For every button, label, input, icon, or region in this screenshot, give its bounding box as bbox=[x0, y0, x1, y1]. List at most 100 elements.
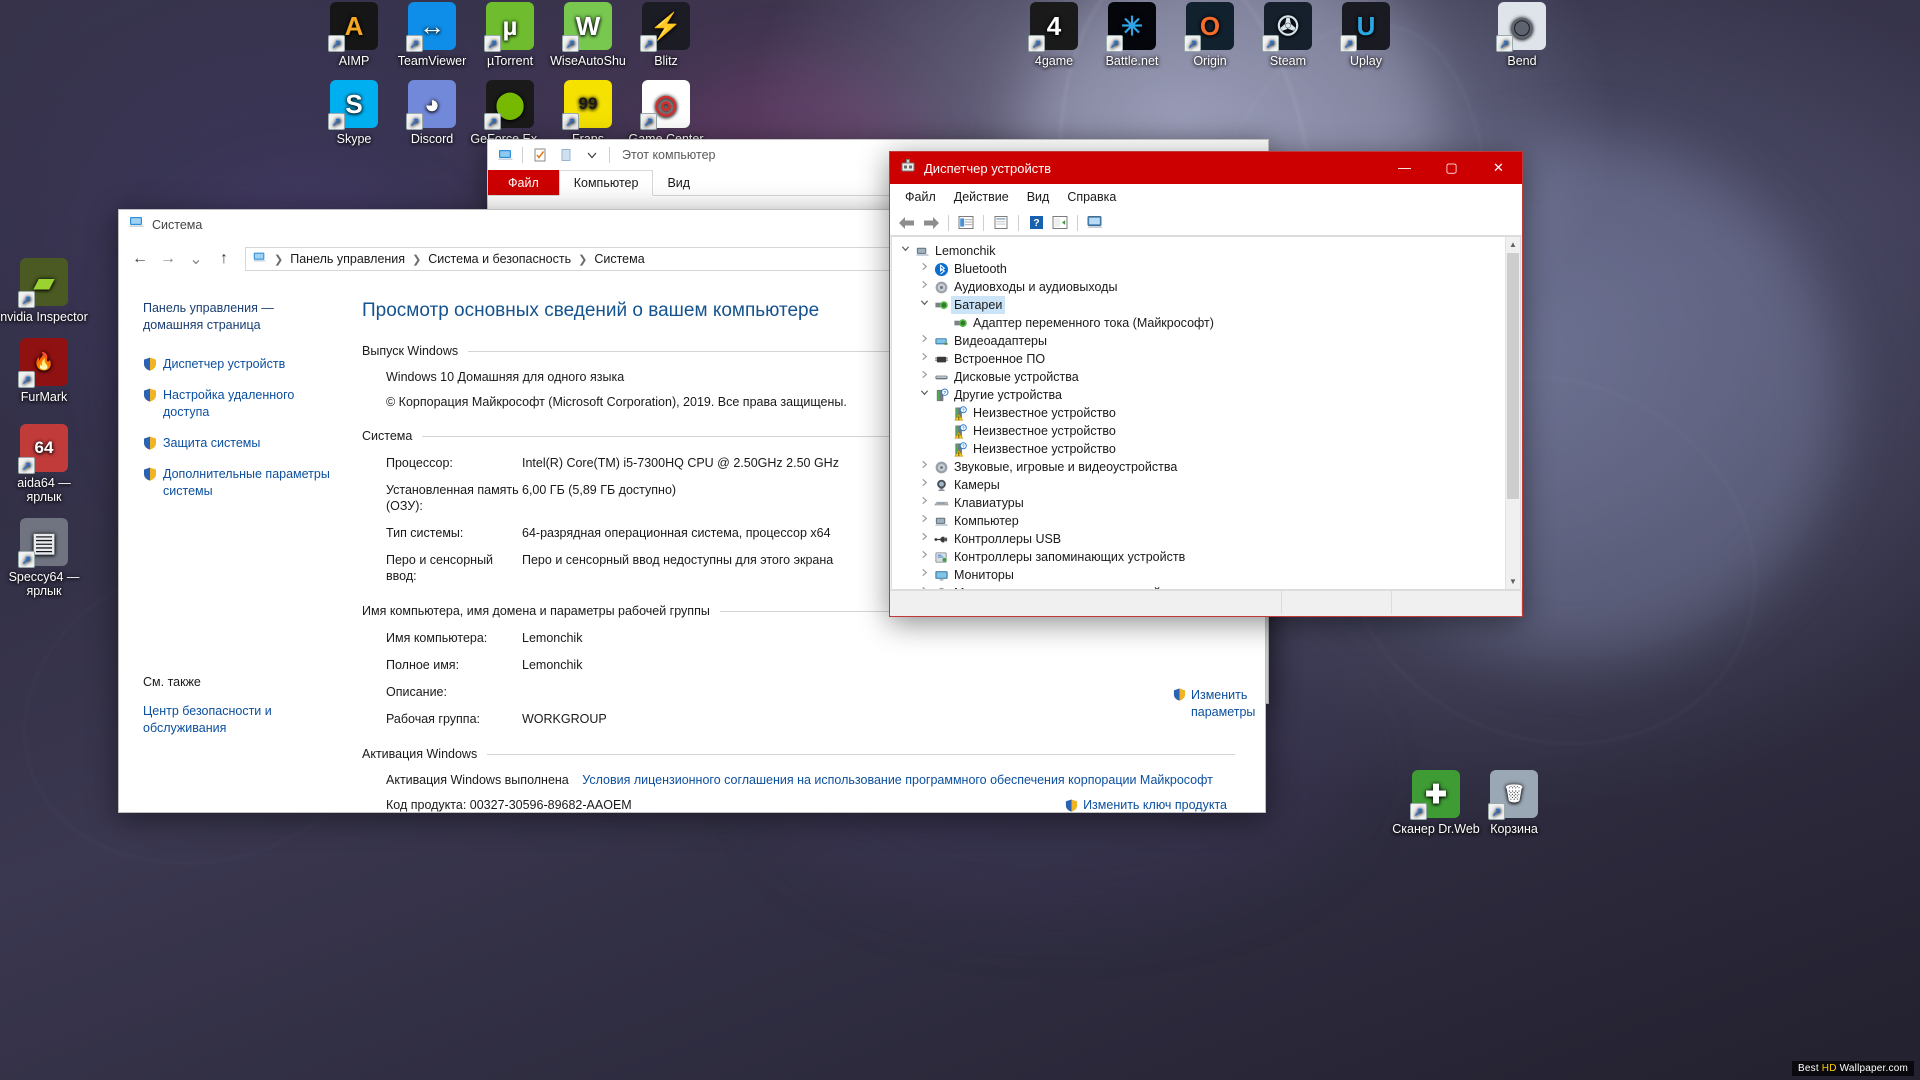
device-manager-toolbar[interactable]: ? bbox=[890, 210, 1522, 236]
chevron-down-icon[interactable] bbox=[581, 144, 603, 166]
desktop-icon-aida64[interactable]: 64aida64 — ярлык bbox=[0, 424, 88, 504]
chevron-right-icon[interactable] bbox=[917, 584, 932, 589]
chevron-right-icon[interactable] bbox=[917, 530, 932, 548]
menu-action[interactable]: Действие bbox=[945, 184, 1018, 210]
device-tree-item[interactable]: Видеоадаптеры bbox=[898, 332, 1520, 350]
device-tree-item[interactable]: Компьютер bbox=[898, 512, 1520, 530]
desktop-icon-skype[interactable]: S Skype bbox=[310, 80, 398, 146]
desktop-icon-steam[interactable]: ✇ Steam bbox=[1244, 2, 1332, 68]
chevron-right-icon[interactable] bbox=[917, 278, 932, 296]
breadcrumb-system[interactable]: Система bbox=[594, 252, 644, 266]
chevron-right-icon[interactable] bbox=[917, 260, 932, 278]
breadcrumb-system-security[interactable]: Система и безопасность bbox=[428, 252, 571, 266]
back-button[interactable]: ← bbox=[127, 246, 153, 272]
menu-file[interactable]: Файл bbox=[896, 184, 945, 210]
scrollbar-thumb[interactable] bbox=[1507, 253, 1519, 499]
sidebar-item-security-maintenance[interactable]: Центр безопасности и обслуживания bbox=[143, 703, 333, 737]
computer-icon[interactable] bbox=[494, 144, 516, 166]
device-tree-item[interactable]: Клавиатуры bbox=[898, 494, 1520, 512]
device-tree-item[interactable]: Встроенное ПО bbox=[898, 350, 1520, 368]
device-tree-scrollbar[interactable]: ▲ ▼ bbox=[1505, 237, 1520, 589]
device-tree[interactable]: Lemonchik Bluetooth Аудиовходы и аудиовыхо… bbox=[892, 237, 1520, 589]
device-tree-item[interactable]: Мыши и иные указывающие устройства bbox=[898, 584, 1520, 589]
scroll-up-button[interactable]: ▲ bbox=[1506, 237, 1520, 252]
device-manager-menubar[interactable]: Файл Действие Вид Справка bbox=[890, 184, 1522, 210]
chevron-right-icon[interactable] bbox=[917, 566, 932, 584]
desktop-icon-wiseautoshu[interactable]: W WiseAutoShu bbox=[544, 2, 632, 68]
device-tree-item[interactable]: Контроллеры запоминающих устройств bbox=[898, 548, 1520, 566]
desktop-icon-nvidia-inspector[interactable]: ▰ nvidia Inspector bbox=[0, 258, 88, 324]
device-tree-item[interactable]: ? Неизвестное устройство bbox=[898, 422, 1520, 440]
device-tree-item[interactable]: Аудиовходы и аудиовыходы bbox=[898, 278, 1520, 296]
tab-file[interactable]: Файл bbox=[488, 170, 559, 195]
sidebar-item-advanced-settings[interactable]: Дополнительные параметры системы bbox=[143, 466, 333, 500]
desktop-icon-blitz[interactable]: ⚡ Blitz bbox=[622, 2, 710, 68]
desktop-icon-fraps[interactable]: 99Fraps bbox=[544, 80, 632, 146]
tab-computer[interactable]: Компьютер bbox=[558, 170, 654, 196]
device-tree-container[interactable]: Lemonchik Bluetooth Аудиовходы и аудиовыхо… bbox=[891, 236, 1521, 590]
back-arrow-icon[interactable] bbox=[896, 212, 918, 234]
chevron-right-icon[interactable] bbox=[917, 512, 932, 530]
menu-help[interactable]: Справка bbox=[1058, 184, 1125, 210]
tab-view[interactable]: Вид bbox=[653, 170, 704, 195]
forward-button[interactable]: → bbox=[155, 246, 181, 272]
desktop-icon-dr-web[interactable]: ✚ Сканер Dr.Web bbox=[1392, 770, 1480, 836]
desktop-icon-furmark[interactable]: 🔥 FurMark bbox=[0, 338, 88, 404]
update-driver-icon[interactable] bbox=[1049, 212, 1071, 234]
show-hidden-icon[interactable] bbox=[955, 212, 977, 234]
change-settings-link[interactable]: Изменить параметры bbox=[1173, 687, 1257, 721]
desktop-icon-aimp[interactable]: A AIMP bbox=[310, 2, 398, 68]
chevron-right-icon[interactable] bbox=[917, 332, 932, 350]
desktop-icon-origin[interactable]: O Origin bbox=[1166, 2, 1254, 68]
device-manager-window[interactable]: Диспетчер устройств — ▢ ✕ Файл Действие … bbox=[889, 151, 1523, 617]
device-tree-item[interactable]: Lemonchik bbox=[898, 242, 1520, 260]
scroll-down-button[interactable]: ▼ bbox=[1506, 574, 1520, 589]
chevron-right-icon[interactable] bbox=[917, 458, 932, 476]
chevron-right-icon[interactable] bbox=[917, 476, 932, 494]
close-button[interactable]: ✕ bbox=[1475, 152, 1522, 183]
breadcrumb-control-panel[interactable]: Панель управления bbox=[290, 252, 405, 266]
device-tree-item[interactable]: Звуковые, игровые и видеоустройства bbox=[898, 458, 1520, 476]
sidebar-item-remote-settings[interactable]: Настройка удаленного доступа bbox=[143, 387, 333, 421]
device-tree-item[interactable]: Мониторы bbox=[898, 566, 1520, 584]
desktop-icon-speccy64[interactable]: ▤Speccy64 — ярлык bbox=[0, 518, 88, 598]
properties-icon[interactable] bbox=[529, 144, 551, 166]
device-manager-window-controls[interactable]: — ▢ ✕ bbox=[1381, 152, 1522, 183]
chevron-down-icon[interactable] bbox=[917, 296, 932, 314]
device-tree-item[interactable]: Контроллеры USB bbox=[898, 530, 1520, 548]
desktop-icon-battle-net[interactable]: ✳ Battle.net bbox=[1088, 2, 1176, 68]
forward-arrow-icon[interactable] bbox=[920, 212, 942, 234]
device-tree-item[interactable]: ? Неизвестное устройство bbox=[898, 440, 1520, 458]
properties-icon[interactable] bbox=[990, 212, 1012, 234]
desktop-icon-torrent[interactable]: µ µTorrent bbox=[466, 2, 554, 68]
device-tree-item[interactable]: Дисковые устройства bbox=[898, 368, 1520, 386]
control-panel-home-link[interactable]: Панель управления — домашняя страница bbox=[143, 300, 308, 334]
desktop-icon-4game[interactable]: 4 4game bbox=[1010, 2, 1098, 68]
new-folder-icon[interactable] bbox=[555, 144, 577, 166]
chevron-right-icon[interactable] bbox=[917, 494, 932, 512]
up-button[interactable]: ↑ bbox=[211, 246, 237, 272]
device-tree-item[interactable]: Адаптер переменного тока (Майкрософт) bbox=[898, 314, 1520, 332]
device-tree-item[interactable]: ? Другие устройства bbox=[898, 386, 1520, 404]
desktop-icon-uplay[interactable]: U Uplay bbox=[1322, 2, 1410, 68]
chevron-down-icon[interactable] bbox=[917, 386, 932, 404]
sidebar-item-device-manager[interactable]: Диспетчер устройств bbox=[143, 356, 333, 373]
change-product-key-link[interactable]: Изменить ключ продукта bbox=[1065, 798, 1227, 812]
sidebar-item-system-protection[interactable]: Защита системы bbox=[143, 435, 333, 452]
desktop-icon-discord[interactable]: ◕ Discord bbox=[388, 80, 476, 146]
chevron-right-icon[interactable] bbox=[917, 350, 932, 368]
chevron-down-icon[interactable] bbox=[898, 242, 913, 260]
device-tree-item[interactable]: ? Неизвестное устройство bbox=[898, 404, 1520, 422]
device-tree-item[interactable]: Bluetooth bbox=[898, 260, 1520, 278]
license-terms-link[interactable]: Условия лицензионного соглашения на испо… bbox=[582, 773, 1213, 787]
device-tree-item[interactable]: Камеры bbox=[898, 476, 1520, 494]
desktop-icon-game-center[interactable]: ◎Game Center bbox=[622, 80, 710, 146]
chevron-right-icon[interactable] bbox=[917, 548, 932, 566]
help-icon[interactable]: ? bbox=[1025, 212, 1047, 234]
device-manager-titlebar[interactable]: Диспетчер устройств — ▢ ✕ bbox=[890, 152, 1522, 184]
scan-hardware-icon[interactable] bbox=[1084, 212, 1106, 234]
desktop-icon-bend[interactable]: ◉ Bend bbox=[1478, 2, 1566, 68]
menu-view[interactable]: Вид bbox=[1018, 184, 1059, 210]
minimize-button[interactable]: — bbox=[1381, 152, 1428, 183]
desktop-icon-geforce-ex[interactable]: ⬤GeForce Ex… bbox=[466, 80, 554, 146]
